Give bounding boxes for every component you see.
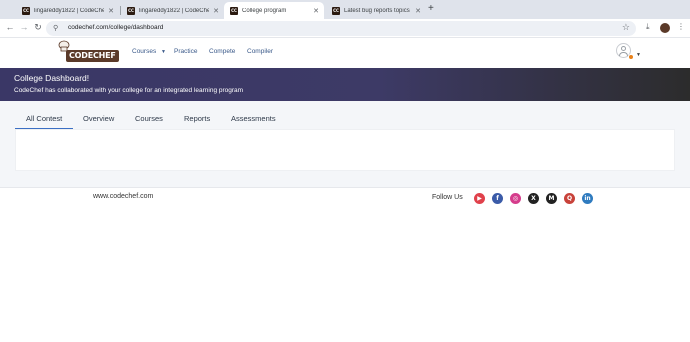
dashboard-banner: College Dashboard! CodeChef has collabor… [0, 68, 690, 101]
browser-tab-active[interactable]: CC College program ✕ [224, 2, 324, 19]
browser-tab-strip: CC lingareddy1822 | CodeChef Use ✕ CC li… [0, 0, 690, 19]
browser-tab-title: lingareddy1822 | CodeChef Use [139, 7, 209, 14]
nav-practice[interactable]: Practice [174, 48, 197, 55]
download-icon[interactable]: ⤓ [646, 22, 650, 32]
site-header: CODECHEF Courses ▼ Practice Compete Comp… [0, 38, 690, 68]
reload-icon[interactable]: ↻ [32, 22, 44, 33]
tab-assessments[interactable]: Assessments [231, 114, 276, 123]
url-text[interactable]: codechef.com/college/dashboard [68, 24, 163, 31]
nav-compiler[interactable]: Compiler [247, 48, 273, 55]
x-icon[interactable]: X [528, 193, 539, 204]
quora-icon[interactable]: Q [564, 193, 575, 204]
nav-label: Courses [132, 48, 157, 55]
main-content: All Contest Overview Courses Reports Ass… [0, 101, 690, 187]
caret-down-icon[interactable]: ▼ [636, 52, 641, 58]
new-tab-plus-icon[interactable]: + [428, 3, 434, 14]
tab-reports[interactable]: Reports [184, 114, 210, 123]
footer-site-link[interactable]: www.codechef.com [93, 193, 153, 200]
codechef-favicon-icon: CC [230, 6, 238, 15]
browser-tab[interactable]: CC lingareddy1822 | CodeChef Use ✕ [16, 2, 119, 19]
arrow-right-icon[interactable]: → [18, 22, 30, 32]
caret-down-icon: ▼ [161, 49, 166, 55]
address-bar[interactable]: ⚲ codechef.com/college/dashboard ☆ [46, 21, 636, 36]
codechef-favicon-icon: CC [127, 6, 135, 15]
arrow-left-icon[interactable]: ← [4, 22, 16, 32]
follow-us-label: Follow Us [432, 194, 463, 201]
star-icon[interactable]: ☆ [622, 22, 630, 33]
tab-overview[interactable]: Overview [83, 114, 114, 123]
youtube-icon[interactable]: ▶ [474, 193, 485, 204]
tab-all-contest[interactable]: All Contest [26, 114, 62, 123]
instagram-icon[interactable]: ◎ [510, 193, 521, 204]
close-icon[interactable]: ✕ [312, 7, 320, 15]
site-footer: www.codechef.com Follow Us ▶ f ◎ X M Q i… [0, 187, 690, 209]
medium-icon[interactable]: M [546, 193, 557, 204]
logo-text: CODECHEF [66, 50, 119, 62]
browser-toolbar: ← → ↻ ⚲ codechef.com/college/dashboard ☆… [0, 19, 690, 38]
codechef-favicon-icon: CC [332, 6, 340, 15]
browser-tab-title: Latest bug reports topics - Cod [344, 7, 411, 14]
browser-tab[interactable]: CC Latest bug reports topics - Cod ✕ [326, 2, 426, 19]
nav-compete[interactable]: Compete [209, 48, 235, 55]
browser-tab-title: College program [242, 7, 287, 14]
site-info-icon[interactable]: ⚲ [53, 24, 58, 32]
kebab-menu-icon[interactable]: ⋮ [677, 22, 685, 31]
browser-tab-title: lingareddy1822 | CodeChef Use [34, 7, 104, 14]
page-title: College Dashboard! [14, 73, 90, 83]
notification-badge [628, 54, 634, 60]
page-subtitle: CodeChef has collaborated with your coll… [14, 87, 244, 94]
linkedin-icon[interactable]: in [582, 193, 593, 204]
close-icon[interactable]: ✕ [107, 7, 115, 15]
browser-tab[interactable]: CC lingareddy1822 | CodeChef Use ✕ [121, 2, 224, 19]
tab-courses[interactable]: Courses [135, 114, 163, 123]
codechef-logo[interactable]: CODECHEF [52, 40, 119, 64]
close-icon[interactable]: ✕ [212, 7, 220, 15]
profile-icon[interactable] [660, 23, 670, 33]
facebook-icon[interactable]: f [492, 193, 503, 204]
close-icon[interactable]: ✕ [414, 7, 422, 15]
nav-courses[interactable]: Courses ▼ [132, 48, 166, 55]
codechef-favicon-icon: CC [22, 6, 30, 15]
contest-list-panel [15, 129, 675, 171]
